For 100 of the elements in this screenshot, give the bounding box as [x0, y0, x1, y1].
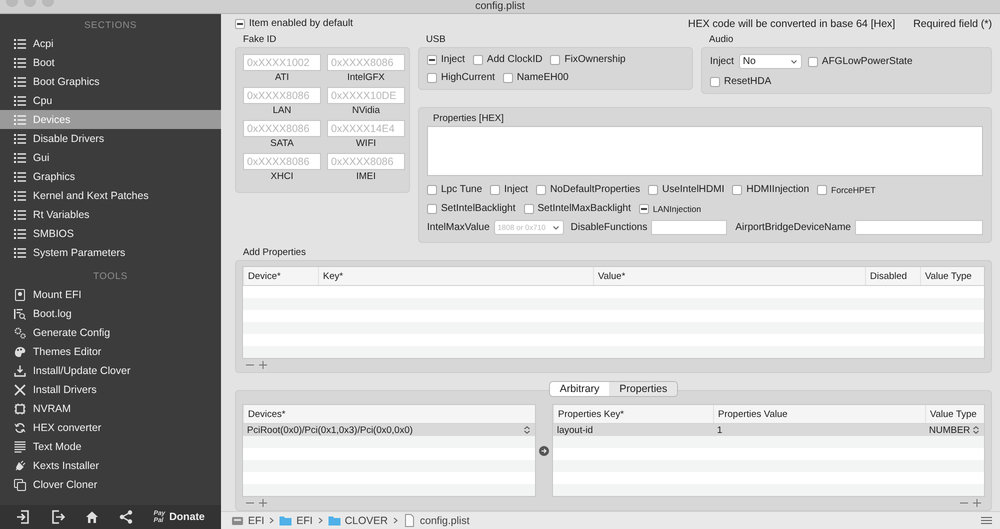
sidebar-item[interactable]: Boot [0, 53, 221, 72]
menu-icon [981, 515, 992, 526]
fake-id-field[interactable]: 0xXXXX1002 [243, 54, 321, 71]
plug-icon [14, 460, 26, 472]
column-header[interactable]: Device* [243, 267, 318, 285]
list-icon [14, 132, 26, 144]
path-item[interactable]: EFI [248, 514, 264, 526]
sidebar-item[interactable]: Text Mode [0, 437, 221, 456]
checkbox[interactable] [638, 204, 649, 214]
sidebar-item[interactable]: Boot.log [0, 304, 221, 323]
checkbox-label: SetIntelMaxBacklight [538, 203, 631, 214]
checkbox[interactable] [427, 204, 437, 214]
add-icon [258, 360, 268, 370]
properties-hex-field[interactable] [427, 126, 983, 176]
text-lines-icon [14, 440, 26, 452]
refresh-icon [14, 422, 26, 434]
column-header[interactable]: Value* [593, 267, 865, 285]
sidebar-item[interactable]: Graphics [0, 167, 221, 186]
table-cell[interactable]: NUMBER [925, 424, 984, 436]
checkbox[interactable] [808, 56, 818, 66]
checkbox[interactable] [536, 184, 546, 194]
sidebar-item[interactable]: Disable Drivers [0, 129, 221, 148]
sidebar-item[interactable]: HEX converter [0, 418, 221, 437]
window-title: config.plist [475, 0, 525, 13]
column-header[interactable]: Properties Key* [553, 405, 713, 423]
checkbox-label: HDMIInjection [746, 184, 810, 195]
fake-id-field[interactable]: 0xXXXX14E4 [327, 120, 405, 137]
field-label: WIFI [356, 137, 376, 150]
log-search-icon [14, 308, 26, 320]
path-item[interactable]: EFI [296, 514, 313, 526]
disable-functions-field[interactable] [651, 220, 728, 235]
sidebar-item[interactable]: NVRAM [0, 399, 221, 418]
sidebar-item[interactable]: Mount EFI [0, 285, 221, 304]
sidebar-item[interactable]: Kexts Installer [0, 456, 221, 475]
fake-id-field[interactable]: 0xXXXX10DE [327, 87, 405, 104]
sidebar-item[interactable]: Gui [0, 148, 221, 167]
required-note: Required field (*) [913, 18, 992, 30]
tools-icon [14, 384, 26, 396]
column-header[interactable]: Value Type [925, 405, 984, 423]
sidebar-item[interactable]: Kernel and Kext Patches [0, 186, 221, 205]
fake-id-field[interactable]: 0xXXXX8086 [243, 87, 321, 104]
sidebar-item[interactable]: Generate Config [0, 323, 221, 342]
checkbox[interactable] [427, 184, 437, 194]
sidebar-item[interactable]: Boot Graphics [0, 72, 221, 91]
group-label: Add Properties [242, 246, 307, 260]
inject-select[interactable]: No [738, 54, 802, 69]
checkbox[interactable] [427, 54, 437, 64]
sidebar-item[interactable]: Themes Editor [0, 342, 221, 361]
chevron-icon [316, 517, 324, 524]
checkbox[interactable] [817, 184, 828, 194]
checkbox[interactable] [490, 184, 500, 194]
list-icon [14, 228, 26, 240]
fake-id-field[interactable]: 0xXXXX8086 [327, 153, 405, 170]
fake-id-field[interactable]: 0xXXXX8086 [327, 54, 405, 71]
path-item[interactable]: config.plist [420, 514, 470, 526]
add-icon [258, 498, 268, 508]
fake-id-field[interactable]: 0xXXXX8086 [243, 120, 321, 137]
field-label: IMEI [356, 170, 376, 183]
column-header[interactable]: Key* [318, 267, 593, 285]
list-icon [14, 170, 26, 182]
checkbox[interactable] [427, 72, 437, 82]
sidebar-item[interactable]: Install/Update Clover [0, 361, 221, 380]
checkbox[interactable] [648, 184, 658, 194]
column-header[interactable]: Disabled [865, 267, 920, 285]
tab[interactable]: Arbitrary [550, 382, 610, 396]
checkbox-label: UseIntelHDMI [662, 184, 724, 195]
list-icon [14, 38, 26, 50]
field-label: DisableFunctions [570, 222, 648, 233]
folder-icon [328, 514, 341, 527]
checkbox-label: LANInjection [652, 204, 702, 214]
sidebar-item[interactable]: SMBIOS [0, 224, 221, 243]
field-label: NVidia [352, 104, 380, 117]
checkbox-label: ForceHPET [831, 184, 876, 194]
column-header[interactable]: Value Type [920, 267, 984, 285]
checkbox-label: SetIntelBacklight [441, 203, 516, 214]
column-header[interactable]: Properties Value [713, 405, 925, 423]
export-icon [50, 510, 65, 524]
checkbox[interactable] [710, 76, 720, 86]
sidebar-item[interactable]: Acpi [0, 34, 221, 53]
column-header[interactable]: Devices* [243, 405, 535, 423]
checkbox[interactable] [235, 18, 245, 28]
group-label: Audio [708, 33, 734, 47]
download-icon [14, 364, 26, 376]
airport-bridge-field[interactable] [854, 220, 983, 235]
sidebar-item[interactable]: Rt Variables [0, 205, 221, 224]
palette-icon [14, 346, 26, 358]
arrow-right-icon [539, 446, 549, 456]
checkbox[interactable] [524, 204, 534, 214]
checkbox[interactable] [502, 72, 513, 82]
file-icon [402, 514, 416, 527]
sidebar-item[interactable]: Install Drivers [0, 380, 221, 399]
sidebar-item[interactable]: Cpu [0, 91, 221, 110]
checkbox[interactable] [472, 54, 483, 64]
checkbox[interactable] [550, 54, 560, 64]
fake-id-field[interactable]: 0xXXXX8086 [243, 153, 321, 170]
checkbox[interactable] [732, 184, 742, 194]
sidebar-item[interactable]: Clover Cloner [0, 475, 221, 494]
table-cell[interactable]: PciRoot(0x0)/Pci(0x1,0x3)/Pci(0x0,0x0) [243, 424, 535, 436]
path-item[interactable]: CLOVER [344, 514, 388, 526]
sidebar-item[interactable]: System Parameters [0, 243, 221, 262]
